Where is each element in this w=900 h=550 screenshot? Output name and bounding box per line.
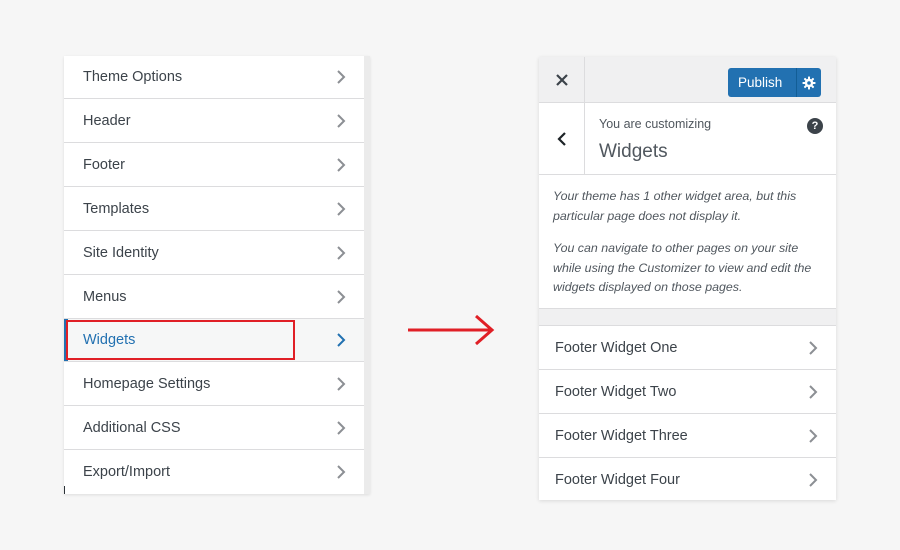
description-text: Your theme has 1 other widget area, but … (553, 189, 797, 223)
help-icon[interactable]: ? (807, 118, 823, 134)
widget-area-label: Footer Widget Four (555, 471, 680, 488)
chevron-right-icon (808, 340, 820, 356)
widget-area-label: Footer Widget Three (555, 427, 688, 444)
menu-item-label: Additional CSS (83, 420, 181, 436)
chevron-right-icon (336, 69, 348, 85)
publish-settings-button[interactable] (797, 76, 821, 90)
chevron-right-icon (336, 332, 348, 348)
menu-item-label: Homepage Settings (83, 376, 211, 392)
arrow-right-icon (408, 314, 495, 346)
menu-item-theme-options[interactable]: Theme Options (64, 56, 364, 99)
chevron-right-icon (336, 464, 348, 480)
customizing-label: You are customizing (599, 117, 712, 131)
publish-button[interactable]: Publish (728, 75, 796, 90)
chevron-right-icon (336, 289, 348, 305)
page-title: Widgets (599, 141, 668, 162)
menu-item-label: Header (83, 113, 131, 129)
chevron-right-icon (808, 384, 820, 400)
menu-item-label: Menus (83, 289, 127, 305)
close-icon (555, 73, 568, 86)
chevron-right-icon (808, 428, 820, 444)
chevron-right-icon (808, 472, 820, 488)
menu-item-label: Export/Import (83, 463, 171, 480)
divider (64, 486, 65, 494)
widget-area-label: Footer Widget Two (555, 383, 677, 400)
menu-item-menus[interactable]: Menus (64, 276, 364, 319)
widget-area-label: Footer Widget One (555, 339, 678, 356)
chevron-right-icon (336, 201, 348, 217)
chevron-right-icon (336, 420, 348, 436)
customizer-widgets-panel: Publish You are customizing Widgets ? Yo… (539, 57, 836, 500)
menu-item-homepage-settings[interactable]: Homepage Settings (64, 363, 364, 406)
widget-area-footer-four[interactable]: Footer Widget Four (539, 458, 836, 500)
menu-item-label: Theme Options (83, 69, 183, 85)
section-description: Your theme has 1 other widget area, but … (539, 175, 836, 309)
customizer-header: Publish (539, 57, 836, 103)
menu-item-templates[interactable]: Templates (64, 188, 364, 231)
widget-area-footer-three[interactable]: Footer Widget Three (539, 414, 836, 458)
chevron-right-icon (336, 376, 348, 392)
description-text: You can navigate to other pages on your … (553, 241, 812, 294)
menu-item-label: Footer (83, 157, 125, 173)
chevron-right-icon (336, 245, 348, 261)
widget-area-list: Footer Widget One Footer Widget Two Foot… (539, 325, 836, 500)
menu-item-footer[interactable]: Footer (64, 144, 364, 187)
chevron-right-icon (336, 157, 348, 173)
gear-icon (802, 76, 816, 89)
menu-item-export-import[interactable]: Export/Import (64, 450, 364, 493)
menu-item-label: Site Identity (83, 245, 159, 261)
customizer-menu-panel: Theme Options Header Footer Templates Si… (64, 56, 370, 494)
chevron-left-icon (556, 131, 566, 146)
menu-item-site-identity[interactable]: Site Identity (64, 232, 364, 275)
close-button[interactable] (539, 57, 585, 102)
scrollbar[interactable] (364, 56, 370, 494)
chevron-right-icon (336, 113, 348, 129)
publish-button-group: Publish (728, 68, 821, 97)
widget-area-footer-two[interactable]: Footer Widget Two (539, 370, 836, 414)
back-button[interactable] (539, 103, 585, 174)
widget-area-footer-one[interactable]: Footer Widget One (539, 326, 836, 370)
menu-item-additional-css[interactable]: Additional CSS (64, 407, 364, 450)
menu-item-header[interactable]: Header (64, 100, 364, 143)
widgets-highlight-box (66, 320, 295, 360)
section-header: You are customizing Widgets ? (539, 103, 836, 175)
menu-item-label: Templates (83, 201, 150, 217)
